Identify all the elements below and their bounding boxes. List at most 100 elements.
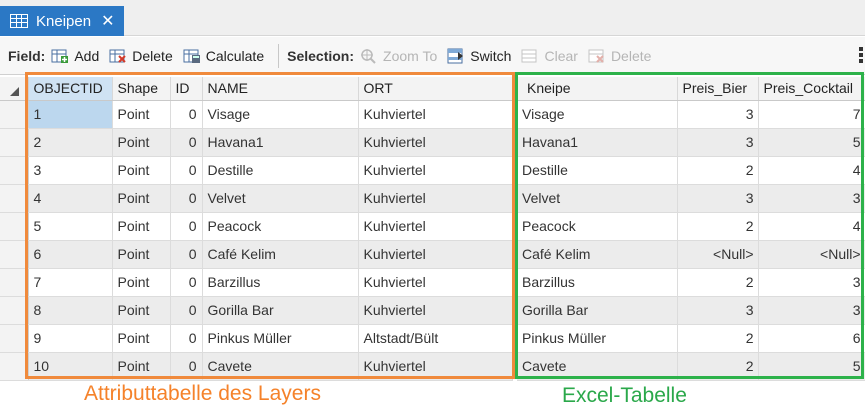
cell-objectid[interactable]: 5 [28, 212, 113, 241]
cell-objectid[interactable]: 1 [28, 100, 113, 129]
table-row[interactable]: Gorilla Bar 3 3 [517, 296, 865, 325]
cell-id[interactable]: 0 [170, 240, 203, 269]
cell-name[interactable]: Havana1 [202, 128, 359, 157]
cell-shape[interactable]: Point [112, 128, 171, 157]
cell-kneipe[interactable]: Cavete [517, 352, 678, 381]
cell-preis-cocktail[interactable]: 4 [758, 156, 865, 185]
cell-ort[interactable]: Kuhviertel [358, 240, 513, 269]
cell-id[interactable]: 0 [170, 352, 203, 381]
column-header-shape[interactable]: Shape [112, 77, 171, 101]
cell-preis-cocktail[interactable]: 6 [758, 324, 865, 353]
cell-shape[interactable]: Point [112, 184, 171, 213]
row-header[interactable] [0, 156, 29, 185]
cell-id[interactable]: 0 [170, 212, 203, 241]
table-row[interactable]: Velvet 3 3 [517, 184, 865, 213]
cell-objectid[interactable]: 9 [28, 324, 113, 353]
cell-kneipe[interactable]: Peacock [517, 212, 678, 241]
cell-ort[interactable]: Kuhviertel [358, 296, 513, 325]
table-row[interactable]: Destille 2 4 [517, 156, 865, 185]
table-row[interactable]: Havana1 3 5 [517, 128, 865, 157]
cell-preis-cocktail[interactable]: 7 [758, 100, 865, 129]
cell-kneipe[interactable]: Pinkus Müller [517, 324, 678, 353]
table-row[interactable]: Pinkus Müller 2 6 [517, 324, 865, 353]
column-header-preis-bier[interactable]: Preis_Bier [677, 77, 759, 101]
cell-ort[interactable]: Kuhviertel [358, 268, 513, 297]
cell-preis-bier[interactable]: <Null> [677, 240, 759, 269]
table-row[interactable]: 9 Point 0 Pinkus Müller Altstadt/Bült [0, 324, 513, 353]
table-row[interactable]: Café Kelim <Null> <Null> [517, 240, 865, 269]
row-header[interactable] [0, 128, 29, 157]
cell-name[interactable]: Gorilla Bar [202, 296, 359, 325]
cell-shape[interactable]: Point [112, 212, 171, 241]
table-row[interactable]: 10 Point 0 Cavete Kuhviertel [0, 352, 513, 381]
cell-id[interactable]: 0 [170, 128, 203, 157]
cell-kneipe[interactable]: Havana1 [517, 128, 678, 157]
cell-id[interactable]: 0 [170, 296, 203, 325]
cell-preis-bier[interactable]: 3 [677, 100, 759, 129]
cell-id[interactable]: 0 [170, 268, 203, 297]
row-header[interactable] [0, 100, 29, 129]
cell-shape[interactable]: Point [112, 268, 171, 297]
table-row[interactable]: Visage 3 7 [517, 100, 865, 129]
cell-preis-bier[interactable]: 3 [677, 184, 759, 213]
cell-shape[interactable]: Point [112, 296, 171, 325]
row-header[interactable] [0, 184, 29, 213]
row-header[interactable] [0, 268, 29, 297]
cell-preis-bier[interactable]: 3 [677, 296, 759, 325]
row-header[interactable] [0, 240, 29, 269]
column-header-name[interactable]: NAME [202, 77, 359, 101]
cell-objectid[interactable]: 6 [28, 240, 113, 269]
cell-objectid[interactable]: 10 [28, 352, 113, 381]
cell-objectid[interactable]: 2 [28, 128, 113, 157]
table-row[interactable]: 5 Point 0 Peacock Kuhviertel [0, 212, 513, 241]
cell-preis-bier[interactable]: 2 [677, 268, 759, 297]
delete-selection-button[interactable]: Delete [588, 48, 651, 64]
cell-preis-bier[interactable]: 3 [677, 128, 759, 157]
cell-id[interactable]: 0 [170, 184, 203, 213]
column-header-preis-cocktail[interactable]: Preis_Cocktail [758, 77, 865, 101]
cell-name[interactable]: Peacock [202, 212, 359, 241]
cell-shape[interactable]: Point [112, 324, 171, 353]
cell-preis-cocktail[interactable]: 5 [758, 352, 865, 381]
cell-preis-bier[interactable]: 2 [677, 352, 759, 381]
cell-shape[interactable]: Point [112, 100, 171, 129]
table-row[interactable]: 1 Point 0 Visage Kuhviertel [0, 100, 513, 129]
cell-ort[interactable]: Altstadt/Bült [358, 324, 513, 353]
cell-preis-cocktail[interactable]: 5 [758, 128, 865, 157]
cell-objectid[interactable]: 7 [28, 268, 113, 297]
close-icon[interactable]: ✕ [101, 11, 114, 31]
switch-selection-button[interactable]: Switch [447, 48, 511, 64]
cell-id[interactable]: 0 [170, 100, 203, 129]
row-header[interactable] [0, 296, 29, 325]
cell-name[interactable]: Destille [202, 156, 359, 185]
column-header-ort[interactable]: ORT [358, 77, 513, 101]
cell-shape[interactable]: Point [112, 156, 171, 185]
cell-shape[interactable]: Point [112, 352, 171, 381]
table-row[interactable]: 3 Point 0 Destille Kuhviertel [0, 156, 513, 185]
table-row[interactable]: 6 Point 0 Café Kelim Kuhviertel [0, 240, 513, 269]
table-row[interactable]: Cavete 2 5 [517, 352, 865, 381]
add-field-button[interactable]: Add [51, 48, 99, 64]
row-header[interactable] [0, 352, 29, 381]
cell-ort[interactable]: Kuhviertel [358, 184, 513, 213]
cell-shape[interactable]: Point [112, 240, 171, 269]
cell-preis-cocktail[interactable]: <Null> [758, 240, 865, 269]
cell-name[interactable]: Visage [202, 100, 359, 129]
cell-ort[interactable]: Kuhviertel [358, 100, 513, 129]
cell-ort[interactable]: Kuhviertel [358, 352, 513, 381]
tab-kneipen[interactable]: Kneipen ✕ [0, 6, 124, 36]
cell-name[interactable]: Cavete [202, 352, 359, 381]
cell-objectid[interactable]: 3 [28, 156, 113, 185]
cell-objectid[interactable]: 8 [28, 296, 113, 325]
cell-preis-bier[interactable]: 2 [677, 156, 759, 185]
cell-preis-cocktail[interactable]: 3 [758, 268, 865, 297]
cell-kneipe[interactable]: Destille [517, 156, 678, 185]
cell-name[interactable]: Pinkus Müller [202, 324, 359, 353]
table-row[interactable]: Barzillus 2 3 [517, 268, 865, 297]
cell-id[interactable]: 0 [170, 324, 203, 353]
table-row[interactable]: 4 Point 0 Velvet Kuhviertel [0, 184, 513, 213]
sort-indicator-icon[interactable] [0, 77, 29, 101]
column-header-kneipe[interactable]: Kneipe [517, 77, 678, 101]
cell-kneipe[interactable]: Velvet [517, 184, 678, 213]
cell-preis-bier[interactable]: 2 [677, 212, 759, 241]
